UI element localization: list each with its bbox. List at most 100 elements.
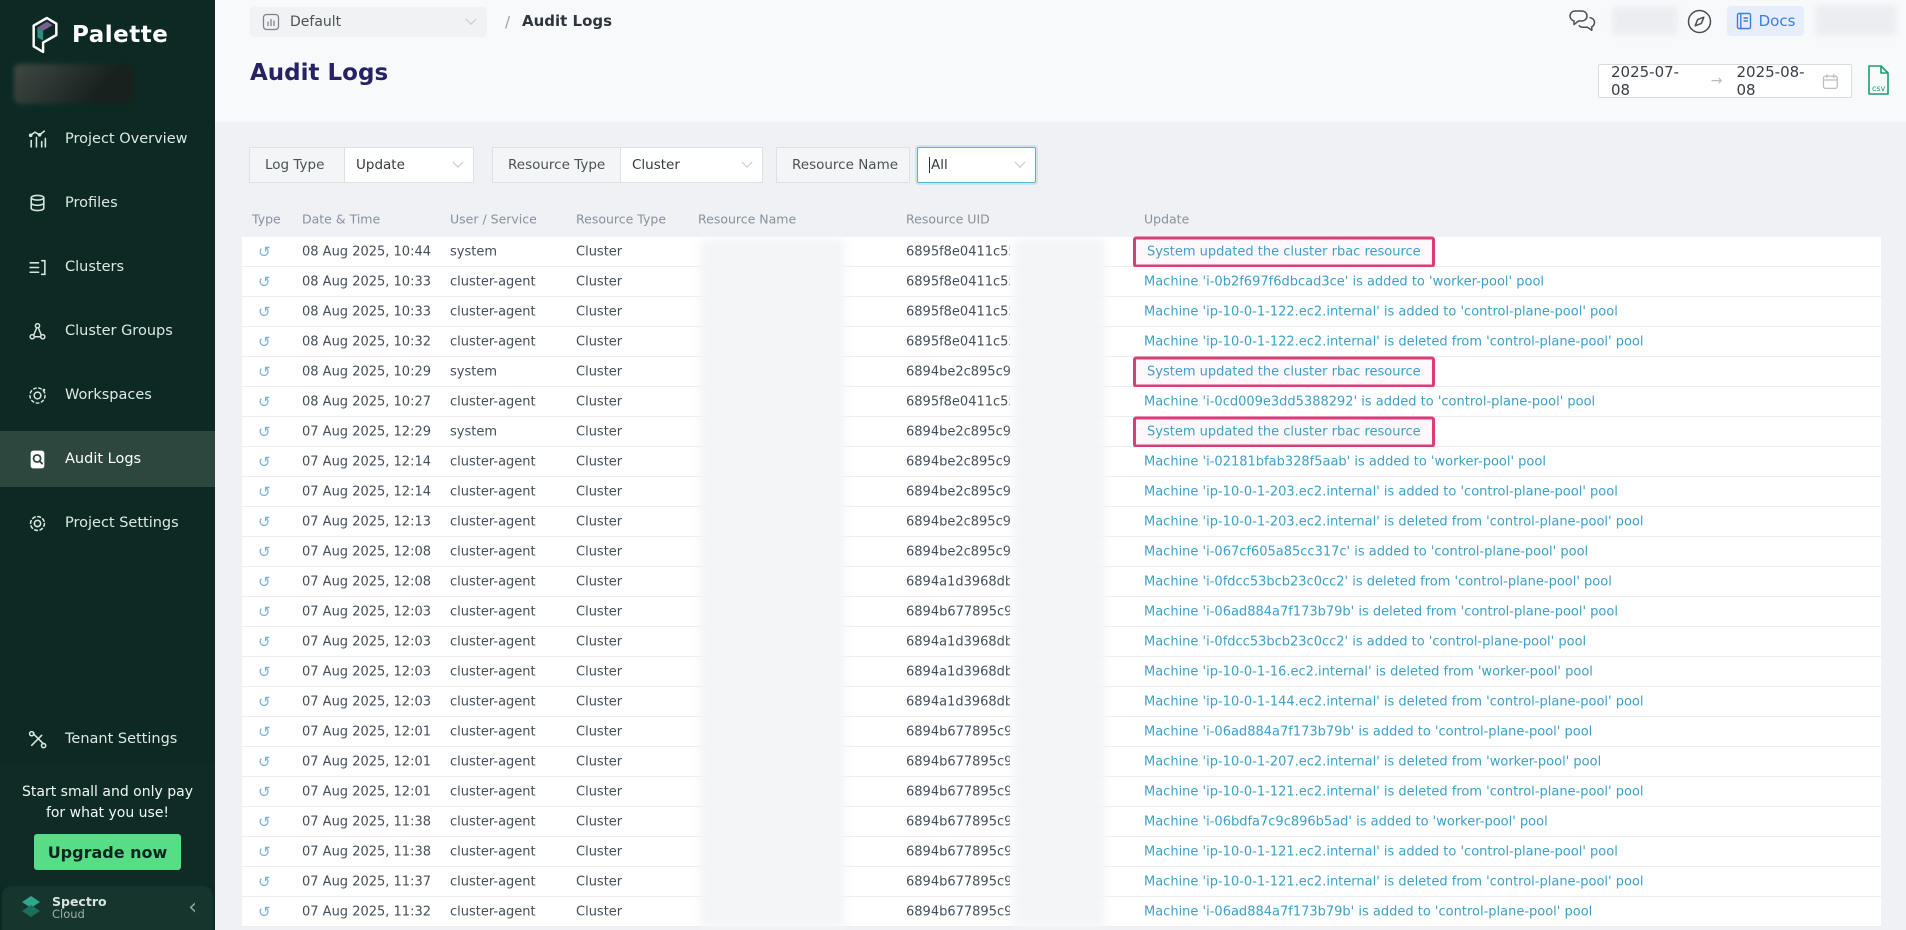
cell-date-time: 07 Aug 2025, 12:13 (302, 514, 431, 529)
date-to-value[interactable]: 2025-08-08 (1737, 63, 1823, 99)
update-link[interactable]: Machine 'ip-10-0-1-121.ec2.internal' is … (1144, 784, 1644, 799)
history-icon: ↺ (258, 723, 271, 741)
cell-user-service: system (450, 364, 497, 379)
sidebar-item-cluster-groups[interactable]: Cluster Groups (0, 303, 215, 359)
cell-user-service: cluster-agent (450, 844, 536, 859)
update-link[interactable]: Machine 'ip-10-0-1-207.ec2.internal' is … (1144, 754, 1601, 769)
upgrade-now-button[interactable]: Upgrade now (34, 834, 181, 870)
filter-resource-name-select[interactable]: All (917, 147, 1036, 183)
chevron-down-icon (452, 157, 463, 168)
cell-resource-uid: 6895f8e0411c5559 (906, 244, 1010, 259)
update-link[interactable]: Machine 'ip-10-0-1-144.ec2.internal' is … (1144, 694, 1644, 709)
update-link[interactable]: Machine 'ip-10-0-1-121.ec2.internal' is … (1144, 874, 1644, 889)
layers-icon (27, 193, 48, 214)
redacted-resource-uid-column (1013, 239, 1105, 927)
column-header-date-time: Date & Time (302, 211, 380, 226)
filter-log-type-select[interactable]: Update (344, 147, 474, 183)
sidebar-item-tenant-settings[interactable]: Tenant Settings (0, 711, 215, 767)
cell-resource-uid: 6894b677895c95 (906, 904, 1010, 919)
update-link[interactable]: Machine 'ip-10-0-1-16.ec2.internal' is d… (1144, 664, 1593, 679)
sidebar-item-project-overview[interactable]: Project Overview (0, 111, 215, 167)
cell-resource-type: Cluster (576, 874, 622, 889)
filter-resource-type-value: Cluster (632, 157, 680, 173)
cell-update: Machine 'ip-10-0-1-121.ec2.internal' is … (1144, 874, 1644, 889)
gear-icon (27, 513, 48, 534)
update-link[interactable]: Machine 'i-0fdcc53bcb23c0cc2' is deleted… (1144, 574, 1612, 589)
cell-resource-type: Cluster (576, 454, 622, 469)
cell-update: Machine 'i-06ad884a7f173b79b' is added t… (1144, 904, 1592, 919)
sidebar-item-clusters[interactable]: Clusters (0, 239, 215, 295)
cell-update: Machine 'i-0cd009e3dd5388292' is added t… (1144, 394, 1595, 409)
date-from-value[interactable]: 2025-07-08 (1611, 63, 1697, 99)
cell-resource-uid: 6895f8e0411c5559 (906, 394, 1010, 409)
chevron-down-icon (741, 157, 752, 168)
update-link[interactable]: System updated the cluster rbac resource (1133, 236, 1435, 267)
history-icon: ↺ (258, 303, 271, 321)
cell-resource-uid: 6895f8e0411c5559 (906, 334, 1010, 349)
cell-resource-type: Cluster (576, 604, 622, 619)
sidebar-item-profiles[interactable]: Profiles (0, 175, 215, 231)
cell-date-time: 08 Aug 2025, 10:32 (302, 334, 431, 349)
docs-button-label: Docs (1759, 12, 1796, 30)
cell-update: System updated the cluster rbac resource (1144, 236, 1435, 267)
update-link[interactable]: Machine 'i-0b2f697f6dbcad3ce' is added t… (1144, 274, 1544, 289)
cell-date-time: 07 Aug 2025, 12:08 (302, 574, 431, 589)
download-csv-button[interactable]: csv (1864, 64, 1894, 98)
cell-user-service: cluster-agent (450, 604, 536, 619)
cell-user-service: cluster-agent (450, 874, 536, 889)
update-link[interactable]: System updated the cluster rbac resource (1133, 356, 1435, 387)
column-header-resource-uid: Resource UID (906, 211, 990, 226)
update-link[interactable]: Machine 'ip-10-0-1-203.ec2.internal' is … (1144, 514, 1644, 529)
history-icon: ↺ (258, 843, 271, 861)
cell-user-service: cluster-agent (450, 454, 536, 469)
cell-update: Machine 'i-0fdcc53bcb23c0cc2' is added t… (1144, 634, 1586, 649)
update-link[interactable]: Machine 'i-067cf605a85cc317c' is added t… (1144, 544, 1588, 559)
update-link[interactable]: Machine 'i-06ad884a7f173b79b' is deleted… (1144, 604, 1618, 619)
column-header-resource-name: Resource Name (698, 211, 796, 226)
csv-label: csv (1872, 84, 1886, 93)
sidebar-item-label: Audit Logs (65, 451, 141, 467)
update-link[interactable]: System updated the cluster rbac resource (1133, 416, 1435, 447)
cell-resource-type: Cluster (576, 664, 622, 679)
cell-update: System updated the cluster rbac resource (1144, 416, 1435, 447)
book-icon (1736, 12, 1752, 30)
update-link[interactable]: Machine 'ip-10-0-1-203.ec2.internal' is … (1144, 484, 1618, 499)
chat-icon[interactable] (1567, 8, 1599, 34)
redacted-project-selector (14, 64, 134, 104)
update-link[interactable]: Machine 'i-06ad884a7f173b79b' is added t… (1144, 724, 1592, 739)
update-link[interactable]: Machine 'ip-10-0-1-121.ec2.internal' is … (1144, 844, 1618, 859)
chart-icon (27, 129, 48, 150)
cell-update: Machine 'ip-10-0-1-122.ec2.internal' is … (1144, 304, 1618, 319)
filter-resource-type-select[interactable]: Cluster (620, 147, 763, 183)
cell-user-service: cluster-agent (450, 574, 536, 589)
compass-icon[interactable] (1686, 8, 1713, 35)
update-link[interactable]: Machine 'i-0fdcc53bcb23c0cc2' is added t… (1144, 634, 1586, 649)
history-icon: ↺ (258, 453, 271, 471)
update-link[interactable]: Machine 'i-06ad884a7f173b79b' is added t… (1144, 904, 1592, 919)
cell-date-time: 07 Aug 2025, 12:03 (302, 664, 431, 679)
cell-update: Machine 'ip-10-0-1-203.ec2.internal' is … (1144, 514, 1644, 529)
update-link[interactable]: Machine 'i-02181bfab328f5aab' is added t… (1144, 454, 1546, 469)
update-link[interactable]: Machine 'ip-10-0-1-122.ec2.internal' is … (1144, 334, 1644, 349)
cell-resource-type: Cluster (576, 814, 622, 829)
cell-user-service: cluster-agent (450, 664, 536, 679)
spectro-cloud-logo-icon (18, 894, 44, 922)
project-selector[interactable]: Default (250, 7, 487, 37)
docs-button[interactable]: Docs (1727, 6, 1804, 36)
cell-date-time: 08 Aug 2025, 10:29 (302, 364, 431, 379)
update-link[interactable]: Machine 'ip-10-0-1-122.ec2.internal' is … (1144, 304, 1618, 319)
cell-update: Machine 'i-06ad884a7f173b79b' is added t… (1144, 724, 1592, 739)
sidebar-item-workspaces[interactable]: Workspaces (0, 367, 215, 423)
update-link[interactable]: Machine 'i-06bdfa7c9c896b5ad' is added t… (1144, 814, 1548, 829)
collapse-sidebar-chevron[interactable]: ‹ (188, 898, 197, 918)
date-range-picker[interactable]: 2025-07-08 → 2025-08-08 (1598, 64, 1852, 98)
update-link[interactable]: Machine 'i-0cd009e3dd5388292' is added t… (1144, 394, 1595, 409)
cell-update: Machine 'ip-10-0-1-144.ec2.internal' is … (1144, 694, 1644, 709)
sidebar-item-project-settings[interactable]: Project Settings (0, 495, 215, 551)
sidebar-item-label: Clusters (65, 259, 124, 275)
cell-date-time: 07 Aug 2025, 12:08 (302, 544, 431, 559)
cell-user-service: cluster-agent (450, 904, 536, 919)
cell-resource-type: Cluster (576, 274, 622, 289)
cell-resource-uid: 6894be2c895c95 (906, 514, 1010, 529)
sidebar-item-audit-logs[interactable]: Audit Logs (0, 431, 215, 487)
